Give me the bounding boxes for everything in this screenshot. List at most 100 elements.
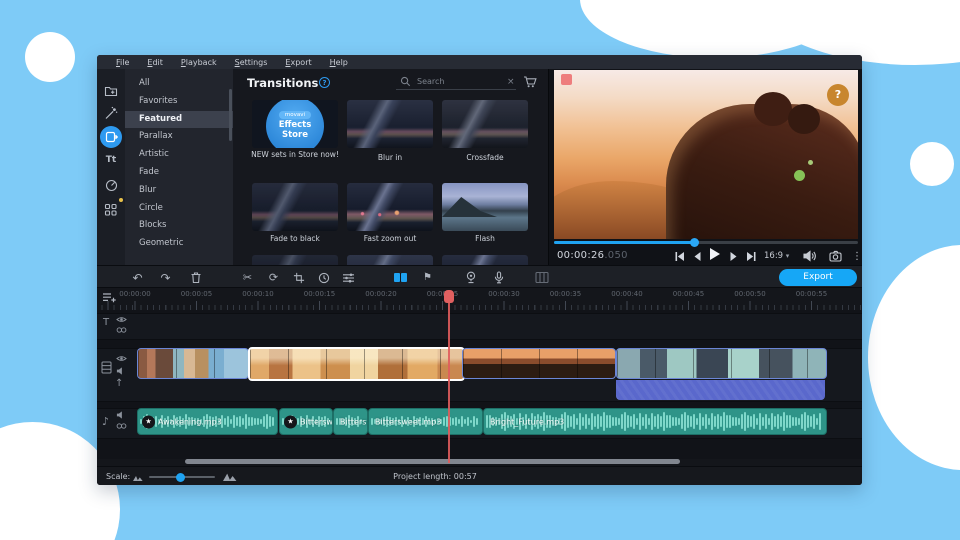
seek-handle[interactable] xyxy=(690,238,699,247)
video-clip[interactable] xyxy=(462,348,616,379)
category-blocks[interactable]: Blocks xyxy=(125,217,233,235)
zoom-in-icon[interactable] xyxy=(223,471,237,481)
transition-card-blur-in[interactable] xyxy=(347,100,433,148)
search-input[interactable] xyxy=(415,76,507,87)
linked-audio-block[interactable] xyxy=(616,380,825,400)
thumbnail-mountain xyxy=(442,197,497,217)
speaker-icon[interactable] xyxy=(116,410,127,420)
scale-motion-button[interactable] xyxy=(100,174,122,196)
record-audio-button[interactable] xyxy=(490,269,507,286)
link-icon[interactable] xyxy=(116,326,127,334)
clip-properties-button[interactable] xyxy=(340,269,357,286)
card-caption: Fast zoom out xyxy=(344,234,436,244)
track-layout-button[interactable] xyxy=(533,269,550,286)
audio-clip[interactable]: Bittersweet.mp3 xyxy=(368,408,483,435)
titles-button[interactable]: Tt xyxy=(100,149,122,171)
tool-sidebar: Tt xyxy=(97,69,125,265)
transition-card-partial[interactable] xyxy=(252,255,338,265)
webcam-button[interactable] xyxy=(462,269,479,286)
link-icon[interactable] xyxy=(116,422,127,430)
audio-clip[interactable]: ★ Bitterswe xyxy=(279,408,333,435)
transition-card-store[interactable]: movavi Effects Store xyxy=(252,100,338,148)
help-icon[interactable]: ? xyxy=(319,77,330,88)
kebab-menu-icon: ⋮ xyxy=(852,251,862,262)
transition-card-fast-zoom-out[interactable] xyxy=(347,183,433,231)
menu-settings[interactable]: Settings xyxy=(226,58,277,67)
zoom-out-icon[interactable] xyxy=(133,474,143,481)
speaker-icon[interactable] xyxy=(116,366,127,376)
filters-button[interactable] xyxy=(100,102,122,124)
video-clip[interactable] xyxy=(137,348,249,379)
eye-icon[interactable] xyxy=(116,315,127,324)
video-clip-selected[interactable] xyxy=(248,347,465,381)
category-geometric[interactable]: Geometric xyxy=(125,235,233,253)
snapshot-camera-button[interactable] xyxy=(827,249,843,263)
timeline-ruler[interactable]: 00:00:00 00:00:05 00:00:10 00:00:15 00:0… xyxy=(97,288,862,310)
audio-clip-label: Bittersweet.mp3 xyxy=(375,417,441,426)
raise-clip-icon[interactable]: ↑ xyxy=(115,378,123,389)
seek-bar[interactable] xyxy=(554,241,858,244)
category-favorites[interactable]: Favorites xyxy=(125,93,233,111)
redo-button[interactable]: ↷ xyxy=(157,269,174,286)
category-featured[interactable]: Featured xyxy=(125,111,233,129)
redo-icon: ↷ xyxy=(160,271,170,285)
category-scrollbar[interactable] xyxy=(229,89,232,141)
play-button[interactable] xyxy=(706,247,722,261)
category-parallax[interactable]: Parallax xyxy=(125,128,233,146)
rotate-button[interactable]: ⟳ xyxy=(265,269,282,286)
transition-card-partial[interactable] xyxy=(347,255,433,265)
video-preview[interactable]: ? xyxy=(554,70,858,239)
eye-icon[interactable] xyxy=(116,354,127,363)
marker-button[interactable]: ⚑ xyxy=(419,269,436,286)
skip-end-button[interactable] xyxy=(743,249,759,263)
export-button[interactable]: Export xyxy=(779,269,857,286)
category-all[interactable]: All xyxy=(125,75,233,93)
menu-edit[interactable]: Edit xyxy=(138,58,172,67)
transition-card-flash[interactable] xyxy=(442,183,528,231)
scale-slider-handle[interactable] xyxy=(176,473,185,482)
more-menu-button[interactable]: ⋮ xyxy=(849,249,862,263)
menu-file[interactable]: File xyxy=(107,58,138,67)
titles-icon: Tt xyxy=(106,155,116,165)
title-track-lane[interactable] xyxy=(97,313,862,340)
audio-clip[interactable]: ★ Awakening.mp3 xyxy=(137,408,278,435)
delete-button[interactable] xyxy=(187,269,204,286)
timeline-scrollbar[interactable] xyxy=(185,459,680,464)
category-fade[interactable]: Fade xyxy=(125,164,233,182)
category-artistic[interactable]: Artistic xyxy=(125,146,233,164)
transition-card-partial[interactable] xyxy=(442,255,528,265)
help-button[interactable]: ? xyxy=(827,84,849,106)
skip-start-button[interactable] xyxy=(671,249,687,263)
split-button[interactable]: ✂ xyxy=(239,269,256,286)
video-clip[interactable] xyxy=(616,348,827,379)
transitions-tab-button[interactable] xyxy=(100,126,122,148)
menu-export[interactable]: Export xyxy=(276,58,320,67)
cart-icon[interactable] xyxy=(523,75,537,89)
menu-playback[interactable]: Playback xyxy=(172,58,226,67)
card-caption: Blur in xyxy=(344,153,436,163)
trash-icon xyxy=(190,271,202,284)
prev-frame-button[interactable] xyxy=(689,249,705,263)
scale-slider[interactable] xyxy=(149,476,215,478)
next-frame-button[interactable] xyxy=(726,249,742,263)
more-tools-button[interactable] xyxy=(100,199,122,221)
preview-panel: ? 00:00:26.050 16:9 ▾ ⋮ xyxy=(548,69,862,265)
undo-button[interactable]: ↶ xyxy=(129,269,146,286)
close-icon[interactable]: × xyxy=(507,77,515,87)
menu-help[interactable]: Help xyxy=(321,58,357,67)
volume-button[interactable] xyxy=(801,249,817,263)
ruler-label: 00:00:35 xyxy=(536,290,596,298)
import-media-button[interactable] xyxy=(100,79,122,101)
undo-icon: ↶ xyxy=(132,271,142,285)
transition-wizard-button[interactable] xyxy=(392,269,409,286)
category-circle[interactable]: Circle xyxy=(125,200,233,218)
audio-clip[interactable]: Bittersw xyxy=(333,408,368,435)
clip-duration-button[interactable] xyxy=(315,269,332,286)
crop-button[interactable] xyxy=(290,269,307,286)
transition-card-crossfade[interactable] xyxy=(442,100,528,148)
audio-clip[interactable]: Bright_Future.mp3 xyxy=(483,408,827,435)
aspect-ratio-select[interactable]: 16:9 ▾ xyxy=(764,251,789,261)
transition-card-fade-to-black[interactable] xyxy=(252,183,338,231)
playhead-handle[interactable] xyxy=(444,290,454,303)
category-blur[interactable]: Blur xyxy=(125,182,233,200)
